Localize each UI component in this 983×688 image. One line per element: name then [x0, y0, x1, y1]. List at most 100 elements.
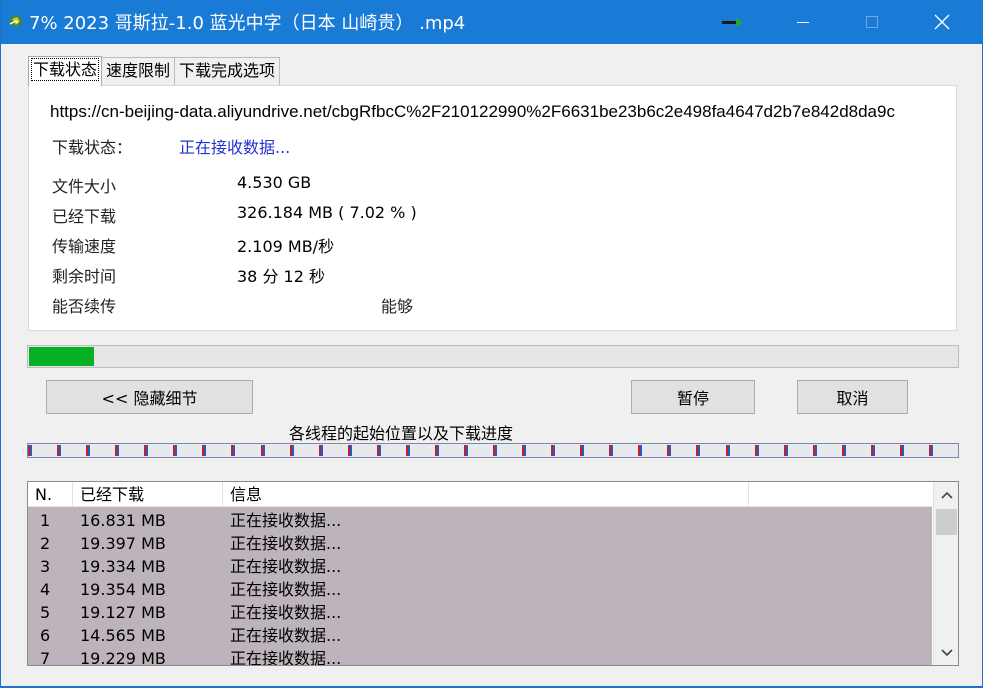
threads-table: N. 已经下载 信息 1 16.831 MB 正在接收数据... 2 19.39…: [27, 481, 959, 666]
row-downloaded: 14.565 MB: [80, 626, 166, 645]
file-size-value: 4.530 GB: [237, 173, 312, 192]
progress-fill: [29, 347, 94, 366]
thread-progress-marker: [175, 445, 177, 456]
thread-progress-marker: [757, 445, 759, 456]
download-url: https://cn-beijing-data.aliyundrive.net/…: [50, 102, 895, 121]
row-downloaded: 19.354 MB: [80, 580, 166, 599]
thread-progress-marker: [728, 445, 730, 456]
table-row[interactable]: 1 16.831 MB 正在接收数据...: [28, 509, 932, 532]
tab-speed-limit[interactable]: 速度限制: [101, 57, 176, 85]
row-number: 6: [40, 626, 51, 645]
thread-progress-marker: [263, 445, 265, 456]
state-value: 正在接收数据...: [179, 138, 291, 157]
thread-progress-marker: [786, 445, 788, 456]
column-header-n[interactable]: N.: [28, 482, 73, 507]
table-row[interactable]: 3 19.334 MB 正在接收数据...: [28, 555, 932, 578]
cancel-button[interactable]: 取消: [797, 380, 908, 414]
row-info: 正在接收数据...: [230, 649, 342, 666]
thread-progress-marker: [698, 445, 700, 456]
thread-progress-marker: [88, 445, 90, 456]
row-info: 正在接收数据...: [230, 603, 342, 622]
thread-progress-marker: [495, 445, 497, 456]
row-number: 3: [40, 557, 51, 576]
close-button[interactable]: [914, 0, 970, 44]
table-body: 1 16.831 MB 正在接收数据... 2 19.397 MB 正在接收数据…: [28, 507, 932, 666]
maximize-button[interactable]: [844, 0, 900, 44]
thread-progress-marker: [582, 445, 584, 456]
thread-progress-marker: [640, 445, 642, 456]
column-header-downloaded[interactable]: 已经下载: [73, 482, 223, 507]
chevron-up-icon: [940, 491, 953, 499]
scroll-down-button[interactable]: [934, 640, 958, 665]
speed-label: 传输速度: [52, 237, 117, 256]
table-row[interactable]: 6 14.565 MB 正在接收数据...: [28, 624, 932, 647]
resume-value: 能够: [381, 297, 414, 316]
thread-progress-marker: [204, 445, 206, 456]
status-panel: https://cn-beijing-data.aliyundrive.net/…: [28, 85, 957, 331]
file-size-label: 文件大小: [52, 177, 117, 196]
thread-progress-marker: [59, 445, 61, 456]
arrow-icon[interactable]: [711, 0, 755, 44]
column-header-info[interactable]: 信息: [223, 482, 749, 507]
row-downloaded: 16.831 MB: [80, 511, 166, 530]
table-row[interactable]: 4 19.354 MB 正在接收数据...: [28, 578, 932, 601]
row-number: 2: [40, 534, 51, 553]
table-row[interactable]: 2 19.397 MB 正在接收数据...: [28, 532, 932, 555]
hide-details-button[interactable]: << 隐藏细节: [46, 380, 253, 414]
resume-label: 能否续传: [52, 297, 117, 316]
row-number: 4: [40, 580, 51, 599]
thread-progress-marker: [233, 445, 235, 456]
thread-progress-marker: [524, 445, 526, 456]
thread-progress-marker: [437, 445, 439, 456]
thread-progress-marker: [902, 445, 904, 456]
speed-value: 2.109 MB/秒: [237, 237, 335, 256]
app-globe-icon: [9, 15, 22, 27]
minimize-icon: [797, 22, 809, 23]
state-label: 下载状态：: [52, 138, 133, 157]
scroll-thumb[interactable]: [936, 509, 957, 535]
threads-progress-bar: [27, 443, 959, 458]
row-number: 5: [40, 603, 51, 622]
thread-progress-marker: [815, 445, 817, 456]
thread-progress-marker: [321, 445, 323, 456]
row-number: 1: [40, 511, 51, 530]
table-row[interactable]: 5 19.127 MB 正在接收数据...: [28, 601, 932, 624]
scroll-up-button[interactable]: [934, 482, 958, 507]
maximize-icon: [866, 16, 878, 28]
remaining-time-label: 剩余时间: [52, 267, 117, 286]
downloaded-label: 已经下载: [52, 207, 117, 226]
minimize-button[interactable]: [775, 0, 831, 44]
chevron-down-icon: [940, 648, 953, 656]
row-downloaded: 19.229 MB: [80, 649, 166, 666]
tab-download-status[interactable]: 下载状态: [28, 56, 103, 86]
thread-progress-marker: [30, 445, 32, 456]
thread-progress-marker: [669, 445, 671, 456]
title-bar[interactable]: 7% 2023 哥斯拉-1.0 蓝光中字（日本 山崎贵） .mp4: [1, 0, 983, 44]
close-icon: [934, 14, 950, 30]
thread-progress-marker: [844, 445, 846, 456]
table-scrollbar[interactable]: [933, 482, 958, 665]
tab-completion-options[interactable]: 下载完成选项: [174, 57, 281, 85]
row-info: 正在接收数据...: [230, 534, 342, 553]
row-info: 正在接收数据...: [230, 557, 342, 576]
remaining-time-value: 38 分 12 秒: [237, 267, 325, 286]
thread-progress-marker: [146, 445, 148, 456]
row-downloaded: 19.397 MB: [80, 534, 166, 553]
thread-progress-marker: [408, 445, 410, 456]
table-header: N. 已经下载 信息: [28, 482, 932, 507]
tab-strip: 下载状态 速度限制 下载完成选项: [28, 56, 281, 86]
table-row[interactable]: 7 19.229 MB 正在接收数据...: [28, 647, 932, 666]
download-progress-bar: [27, 345, 959, 368]
row-info: 正在接收数据...: [230, 626, 342, 645]
row-info: 正在接收数据...: [230, 580, 342, 599]
pause-button[interactable]: 暂停: [631, 380, 755, 414]
row-downloaded: 19.127 MB: [80, 603, 166, 622]
thread-progress-marker: [379, 445, 381, 456]
downloaded-value: 326.184 MB ( 7.02 % ): [237, 203, 417, 222]
threads-title: 各线程的起始位置以及下载进度: [288, 424, 513, 443]
thread-progress-marker: [553, 445, 555, 456]
thread-progress-marker: [350, 445, 352, 456]
download-window: 7% 2023 哥斯拉-1.0 蓝光中字（日本 山崎贵） .mp4 下载状态 速…: [0, 0, 983, 688]
thread-progress-marker: [466, 445, 468, 456]
thread-progress-marker: [873, 445, 875, 456]
